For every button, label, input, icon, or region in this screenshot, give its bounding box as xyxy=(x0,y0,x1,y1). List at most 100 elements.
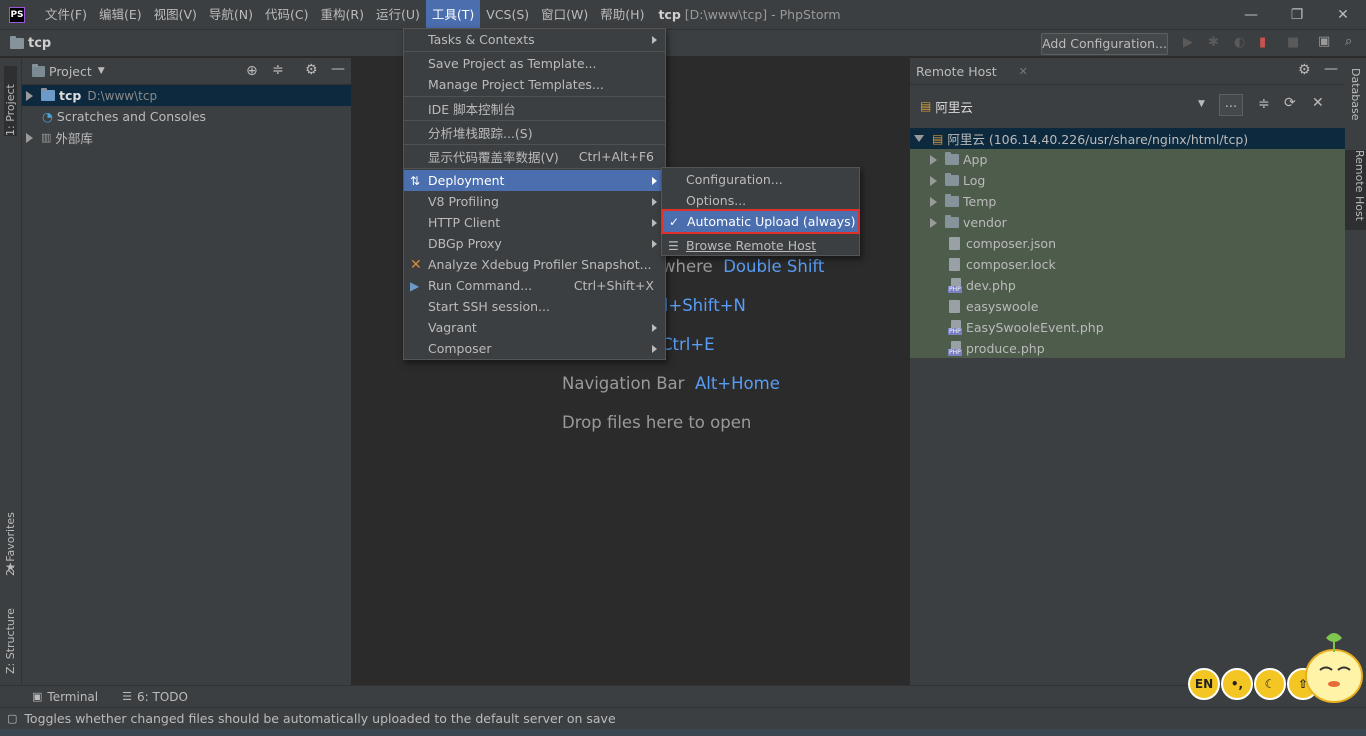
remote-file[interactable]: easyswoole xyxy=(910,296,1346,317)
collapse-all-icon[interactable]: ≑ xyxy=(1258,96,1270,112)
add-configuration-button[interactable]: Add Configuration... xyxy=(1041,33,1168,55)
coverage-icon[interactable]: ◐ xyxy=(1234,35,1245,50)
expand-arrow-icon[interactable] xyxy=(26,90,33,101)
expand-arrow-icon[interactable] xyxy=(26,132,33,143)
window-title: tcp [D:\www\tcp] - PhpStorm xyxy=(658,7,840,22)
submenu-automatic-upload[interactable]: ✓ Automatic Upload (always) xyxy=(661,209,860,234)
collapse-arrow-icon[interactable] xyxy=(914,135,924,142)
separator xyxy=(404,51,665,52)
menu-item-save-template[interactable]: Save Project as Template... xyxy=(404,53,665,74)
run-icon[interactable]: ▶ xyxy=(1183,35,1193,50)
debug-icon[interactable]: ✱ xyxy=(1208,35,1219,50)
remote-folder[interactable]: Temp xyxy=(910,191,1346,212)
submenu-options[interactable]: Options... xyxy=(662,190,859,211)
tree-root[interactable]: tcp D:\www\tcp xyxy=(22,85,351,106)
close-tab-icon[interactable]: ✕ xyxy=(1019,65,1028,78)
project-structure-icon[interactable]: ▣ xyxy=(1318,34,1330,49)
refresh-icon[interactable]: ⟳ xyxy=(1284,95,1296,111)
ime-language-button[interactable]: EN xyxy=(1188,668,1220,700)
expand-arrow-icon[interactable] xyxy=(930,196,937,207)
menu-item-ide-console[interactable]: IDE 脚本控制台 xyxy=(404,98,665,119)
menu-run[interactable]: 运行(U) xyxy=(370,0,426,29)
status-text: Toggles whether changed files should be … xyxy=(24,711,616,726)
menu-item-manage-templates[interactable]: Manage Project Templates... xyxy=(404,74,665,95)
tab-remote-host-label: Remote Host xyxy=(1353,150,1366,221)
menu-window[interactable]: 窗口(W) xyxy=(535,0,594,29)
remote-folder[interactable]: vendor xyxy=(910,212,1346,233)
menu-item-label: 显示代码覆盖率数据(V) xyxy=(428,150,559,165)
breadcrumb[interactable]: tcp xyxy=(28,36,51,51)
menu-tools[interactable]: 工具(T) xyxy=(425,0,481,29)
menu-item-tasks[interactable]: Tasks & Contexts xyxy=(404,29,665,50)
remote-root[interactable]: ▤ 阿里云 (106.14.40.226/usr/share/nginx/htm… xyxy=(910,128,1346,149)
remote-file[interactable]: composer.lock xyxy=(910,254,1346,275)
menu-item-composer[interactable]: Composer xyxy=(404,338,665,359)
menu-item-ssh[interactable]: Start SSH session... xyxy=(404,296,665,317)
remote-folder[interactable]: Log xyxy=(910,170,1346,191)
server-select[interactable]: 阿里云 xyxy=(935,97,973,116)
menu-item-http-client[interactable]: HTTP Client xyxy=(404,212,665,233)
menu-item-deployment[interactable]: ⇅ Deployment xyxy=(404,170,665,191)
tab-database[interactable]: Database xyxy=(1349,68,1362,138)
menu-item-coverage[interactable]: 显示代码覆盖率数据(V) Ctrl+Alt+F6 xyxy=(404,146,665,167)
menu-edit[interactable]: 编辑(E) xyxy=(93,0,148,29)
tab-remote-host[interactable]: Remote Host xyxy=(1345,150,1366,230)
project-panel-title[interactable]: Project xyxy=(49,64,92,79)
menu-vcs[interactable]: VCS(S) xyxy=(480,0,535,29)
expand-arrow-icon[interactable] xyxy=(930,175,937,186)
tree-external-libraries[interactable]: ▥ 外部库 xyxy=(22,127,351,148)
minimize-icon[interactable]: — xyxy=(1228,0,1274,29)
menu-code[interactable]: 代码(C) xyxy=(259,0,314,29)
gear-icon[interactable]: ⚙ xyxy=(305,62,318,78)
tab-terminal[interactable]: Terminal xyxy=(47,690,98,704)
menu-navigate[interactable]: 导航(N) xyxy=(203,0,259,29)
menu-help[interactable]: 帮助(H) xyxy=(594,0,650,29)
menu-refactor[interactable]: 重构(R) xyxy=(315,0,370,29)
ime-mascot-icon[interactable] xyxy=(1304,628,1364,710)
hide-panel-icon[interactable]: — xyxy=(1324,61,1338,77)
gear-icon[interactable]: ⚙ xyxy=(1298,62,1311,78)
submenu-browse-remote[interactable]: ☰ Browse Remote Host xyxy=(662,235,859,256)
folder-icon xyxy=(41,88,55,101)
menu-item-vagrant[interactable]: Vagrant xyxy=(404,317,665,338)
tab-structure[interactable]: Z: Structure xyxy=(4,594,17,674)
ime-moon-icon[interactable]: ☾ xyxy=(1254,668,1286,700)
collapse-all-icon[interactable]: ≑ xyxy=(272,62,284,78)
menu-item-stacktrace[interactable]: 分析堆栈跟踪...(S) xyxy=(404,122,665,143)
menu-item-v8-profiling[interactable]: V8 Profiling xyxy=(404,191,665,212)
menu-item-dbgp-proxy[interactable]: DBGp Proxy xyxy=(404,233,665,254)
chevron-down-icon[interactable]: ▼ xyxy=(98,66,105,76)
tab-todo[interactable]: 6: TODO xyxy=(137,690,188,704)
ime-punctuation-icon[interactable]: •, xyxy=(1221,668,1253,700)
remote-file[interactable]: composer.json xyxy=(910,233,1346,254)
locate-icon[interactable]: ⊕ xyxy=(246,63,258,79)
stop-icon[interactable]: ■ xyxy=(1287,35,1299,50)
menu-item-label: Configuration... xyxy=(686,172,783,187)
restore-icon[interactable]: ❐ xyxy=(1274,0,1320,29)
remote-host-panel: Remote Host ✕ ⚙ — ▤ 阿里云 ▼ ... ≑ ⟳ ✕ ▤ 阿里… xyxy=(909,58,1346,685)
chevron-down-icon[interactable]: ▼ xyxy=(1198,99,1205,109)
tree-scratches[interactable]: ◔ Scratches and Consoles xyxy=(22,106,351,127)
expand-arrow-icon[interactable] xyxy=(930,154,937,165)
expand-arrow-icon[interactable] xyxy=(930,217,937,228)
menu-item-xdebug[interactable]: ✕ Analyze Xdebug Profiler Snapshot... xyxy=(404,254,665,275)
hide-panel-icon[interactable]: — xyxy=(331,61,345,77)
remote-file[interactable]: PHP EasySwooleEvent.php xyxy=(910,317,1346,338)
hint-text: where xyxy=(662,257,713,276)
menu-file[interactable]: 文件(F) xyxy=(39,0,93,29)
close-window-icon[interactable]: ✕ xyxy=(1320,0,1366,29)
menu-item-label: Automatic Upload (always) xyxy=(687,214,856,229)
tab-project[interactable]: 1: Project xyxy=(4,66,17,136)
close-icon[interactable]: ✕ xyxy=(1312,95,1324,111)
menu-item-run-command[interactable]: ▶ Run Command... Ctrl+Shift+X xyxy=(404,275,665,296)
search-everywhere-icon[interactable]: ⌕ xyxy=(1345,34,1352,49)
remote-folder[interactable]: App xyxy=(910,149,1346,170)
remote-file[interactable]: PHP produce.php xyxy=(910,338,1346,359)
profile-icon[interactable]: ▮ xyxy=(1259,35,1266,50)
menu-view[interactable]: 视图(V) xyxy=(148,0,203,29)
remote-file[interactable]: PHP dev.php xyxy=(910,275,1346,296)
browse-server-button[interactable]: ... xyxy=(1219,94,1243,116)
submenu-configuration[interactable]: Configuration... xyxy=(662,169,859,190)
status-icon[interactable]: ▢ xyxy=(7,712,17,725)
menu-shortcut: Ctrl+Alt+F6 xyxy=(578,149,654,164)
